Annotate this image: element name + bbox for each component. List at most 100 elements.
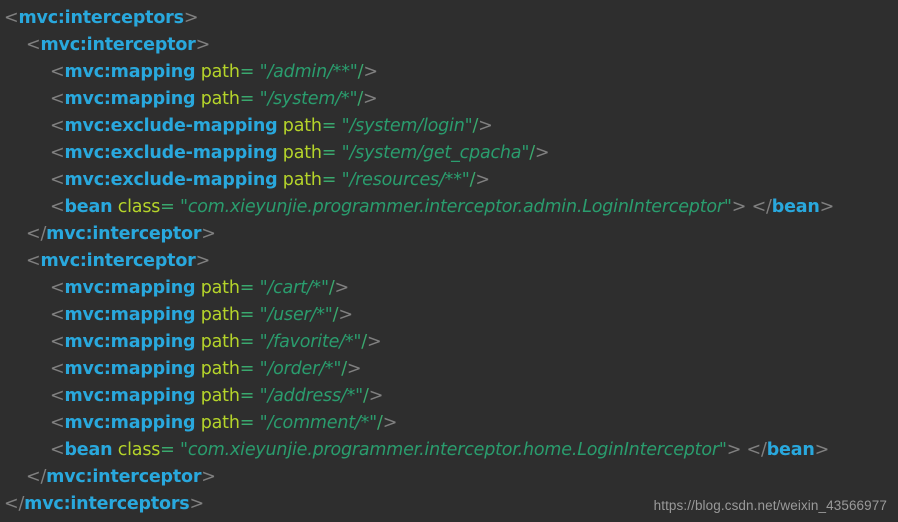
code-line: <mvc:exclude-mapping path= "/system/get_… xyxy=(0,140,898,167)
token-attr: class xyxy=(117,197,161,217)
token-attr: path xyxy=(282,170,322,190)
token-string: "/address/*" xyxy=(259,386,364,406)
token-punct: < xyxy=(50,332,65,352)
token-attr: path xyxy=(200,332,240,352)
code-line: <mvc:interceptor> xyxy=(0,32,898,59)
token-punct: > xyxy=(726,440,742,460)
code-line: <bean class= "com.xieyunjie.programmer.i… xyxy=(0,437,898,464)
token-punct: < xyxy=(26,251,41,271)
token-tag: mvc:exclude-mapping xyxy=(64,170,278,190)
token-punct: < xyxy=(50,89,65,109)
token-eq: = xyxy=(160,440,175,460)
token-punct: > xyxy=(346,359,362,379)
token-attr: path xyxy=(200,413,240,433)
token-eq: = xyxy=(239,413,255,433)
code-line: <mvc:mapping path= "/address/*"/> xyxy=(0,383,898,410)
token-tag: mvc:interceptors xyxy=(18,8,184,28)
token-punct: > xyxy=(478,116,493,136)
token-punct: < xyxy=(50,170,65,190)
token-eq: = xyxy=(239,278,255,298)
token-eq: = xyxy=(239,332,255,352)
token-tag: mvc:interceptor xyxy=(46,224,202,244)
token-punct: < xyxy=(50,143,65,163)
token-punct: > xyxy=(731,197,747,217)
code-line: </mvc:interceptor> xyxy=(0,464,898,491)
code-line: <mvc:interceptor> xyxy=(0,248,898,275)
token-eq: = xyxy=(321,143,337,163)
token-string: "com.xieyunjie.programmer.interceptor.ho… xyxy=(180,440,727,460)
token-attr: path xyxy=(200,278,240,298)
token-attr: path xyxy=(200,89,240,109)
token-punct: < xyxy=(50,116,65,136)
token-eq: = xyxy=(239,62,255,82)
token-eq: = xyxy=(239,89,255,109)
token-attr: path xyxy=(200,386,240,406)
token-eq: = xyxy=(321,116,337,136)
token-punct: > xyxy=(338,305,353,325)
token-punct: > xyxy=(363,89,378,109)
token-string: "/order/*" xyxy=(259,359,342,379)
token-eq: = xyxy=(321,170,337,190)
code-line: <mvc:exclude-mapping path= "/resources/*… xyxy=(0,167,898,194)
code-line: <mvc:mapping path= "/admin/**"/> xyxy=(0,59,898,86)
code-viewer[interactable]: <mvc:interceptors> <mvc:interceptor> <mvc:… xyxy=(0,0,898,518)
token-string: "com.xieyunjie.programmer.interceptor.ad… xyxy=(180,197,732,217)
token-tag: mvc:mapping xyxy=(64,332,196,352)
token-punct: > xyxy=(195,251,211,271)
code-line: <mvc:exclude-mapping path= "/system/logi… xyxy=(0,113,898,140)
token-punct: > xyxy=(201,467,216,487)
code-line: <mvc:interceptors> xyxy=(0,5,898,32)
token-attr: path xyxy=(200,62,240,82)
token-string: "/cart/*" xyxy=(259,278,329,298)
token-attr: path xyxy=(200,305,240,325)
token-tag: mvc:interceptor xyxy=(40,35,196,55)
token-punct: </ xyxy=(751,197,772,217)
token-punct: < xyxy=(50,278,65,298)
token-tag: bean xyxy=(64,197,113,217)
token-punct: > xyxy=(368,386,384,406)
token-tag: mvc:mapping xyxy=(64,62,196,82)
token-punct: > xyxy=(189,494,205,514)
token-punct: </ xyxy=(4,494,25,514)
token-punct: > xyxy=(366,332,382,352)
token-tag: bean xyxy=(771,197,820,217)
token-attr: path xyxy=(282,143,322,163)
token-punct: < xyxy=(50,413,65,433)
token-punct: < xyxy=(50,386,65,406)
token-punct: > xyxy=(814,440,830,460)
token-punct: > xyxy=(201,224,216,244)
token-punct: > xyxy=(382,413,398,433)
token-punct: </ xyxy=(746,440,767,460)
token-tag: mvc:exclude-mapping xyxy=(64,116,278,136)
token-punct: </ xyxy=(26,467,47,487)
token-eq: = xyxy=(160,197,175,217)
code-line: <bean class= "com.xieyunjie.programmer.i… xyxy=(0,194,898,221)
token-punct: < xyxy=(50,359,65,379)
csdn-watermark: https://blog.csdn.net/weixin_43566977 xyxy=(653,498,887,513)
token-punct: </ xyxy=(26,224,47,244)
token-tag: bean xyxy=(64,440,113,460)
code-line: </mvc:interceptor> xyxy=(0,221,898,248)
token-tag: mvc:mapping xyxy=(64,89,196,109)
token-tag: mvc:interceptors xyxy=(24,494,190,514)
token-attr: class xyxy=(117,440,161,460)
code-line: <mvc:mapping path= "/user/*"/> xyxy=(0,302,898,329)
token-tag: mvc:interceptor xyxy=(40,251,196,271)
code-line: <mvc:mapping path= "/cart/*"/> xyxy=(0,275,898,302)
token-string: "/system/get_cpacha" xyxy=(341,143,530,163)
token-tag: mvc:mapping xyxy=(64,386,196,406)
token-string: "/system/*" xyxy=(259,89,358,109)
token-punct: > xyxy=(363,62,378,82)
token-string: "/favorite/*" xyxy=(259,332,362,352)
code-line: <mvc:mapping path= "/order/*"/> xyxy=(0,356,898,383)
token-eq: = xyxy=(239,305,255,325)
token-eq: = xyxy=(239,359,255,379)
token-tag: mvc:mapping xyxy=(64,278,196,298)
token-punct: < xyxy=(50,440,65,460)
token-tag: bean xyxy=(766,440,815,460)
code-line: <mvc:mapping path= "/system/*"/> xyxy=(0,86,898,113)
token-tag: mvc:mapping xyxy=(64,413,196,433)
token-punct: < xyxy=(50,197,65,217)
token-eq: = xyxy=(239,386,255,406)
token-string: "/system/login" xyxy=(341,116,473,136)
